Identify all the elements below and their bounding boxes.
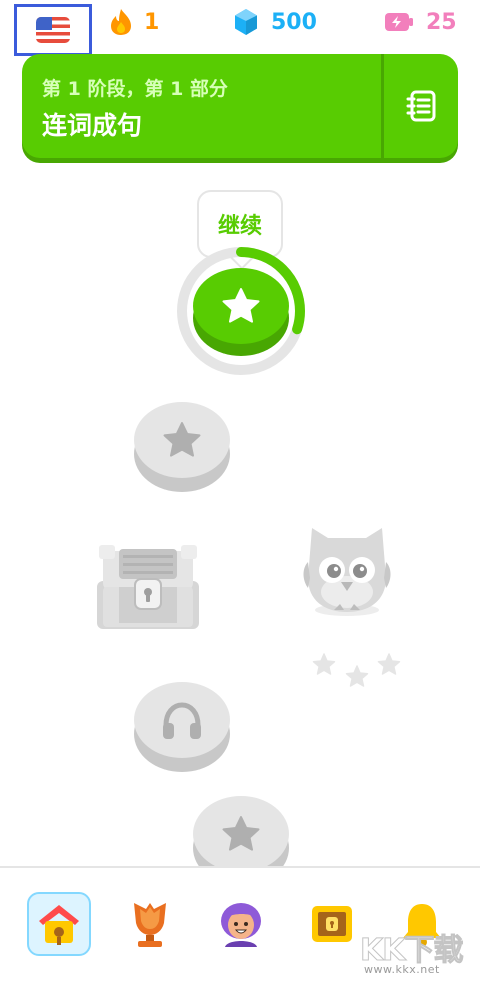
duo-owl-icon — [303, 528, 391, 616]
site-watermark: KK下载 www.kkx.net — [360, 925, 470, 981]
unit-title: 连词成句 — [42, 111, 143, 140]
profile-avatar-icon — [221, 903, 261, 947]
learn-screen: 1 500 25 第 1 阶段，第 1 部分 连词成句 继续 KK下载 www.… — [0, 0, 480, 981]
energy-count: 25 — [426, 9, 457, 35]
treasure-chest-icon[interactable] — [95, 541, 201, 631]
leagues-trophy-icon — [134, 903, 166, 947]
star-icon — [312, 653, 336, 675]
course-language-button[interactable] — [14, 4, 92, 56]
streak-counter[interactable]: 1 — [110, 8, 159, 36]
unit-section-label: 第 1 阶段，第 1 部分 — [42, 78, 228, 100]
locked-listening-lesson-button[interactable] — [134, 682, 230, 772]
gems-count: 500 — [271, 9, 317, 35]
nav-shop-tab[interactable] — [300, 892, 364, 956]
chest-icon — [312, 906, 352, 942]
guidebook-icon — [406, 90, 436, 122]
us-flag-icon — [36, 17, 70, 43]
star-icon — [163, 422, 201, 457]
guidebook-button[interactable] — [384, 54, 458, 158]
star-icon — [377, 653, 401, 675]
star-icon — [222, 288, 260, 323]
top-stats-bar: 1 500 25 — [0, 0, 480, 56]
nav-profile-tab[interactable] — [209, 892, 273, 956]
star-icon — [345, 665, 369, 687]
star-icon — [222, 816, 260, 851]
continue-label: 继续 — [217, 214, 262, 239]
owl-stars — [312, 653, 401, 687]
energy-counter[interactable]: 25 — [384, 8, 457, 36]
nav-learn-tab[interactable] — [27, 892, 91, 956]
gems-counter[interactable]: 500 — [233, 8, 317, 36]
active-lesson-button[interactable] — [193, 268, 289, 356]
unit-banner[interactable]: 第 1 阶段，第 1 部分 连词成句 — [22, 54, 458, 158]
streak-flame-icon — [111, 9, 131, 35]
home-icon — [39, 905, 79, 945]
energy-battery-icon — [385, 13, 413, 31]
locked-lesson-button[interactable] — [134, 402, 230, 492]
headphones-icon — [163, 702, 201, 739]
streak-count: 1 — [144, 9, 160, 35]
gem-icon — [235, 9, 257, 35]
nav-leagues-tab[interactable] — [118, 892, 182, 956]
watermark-url: www.kkx.net — [364, 963, 440, 976]
